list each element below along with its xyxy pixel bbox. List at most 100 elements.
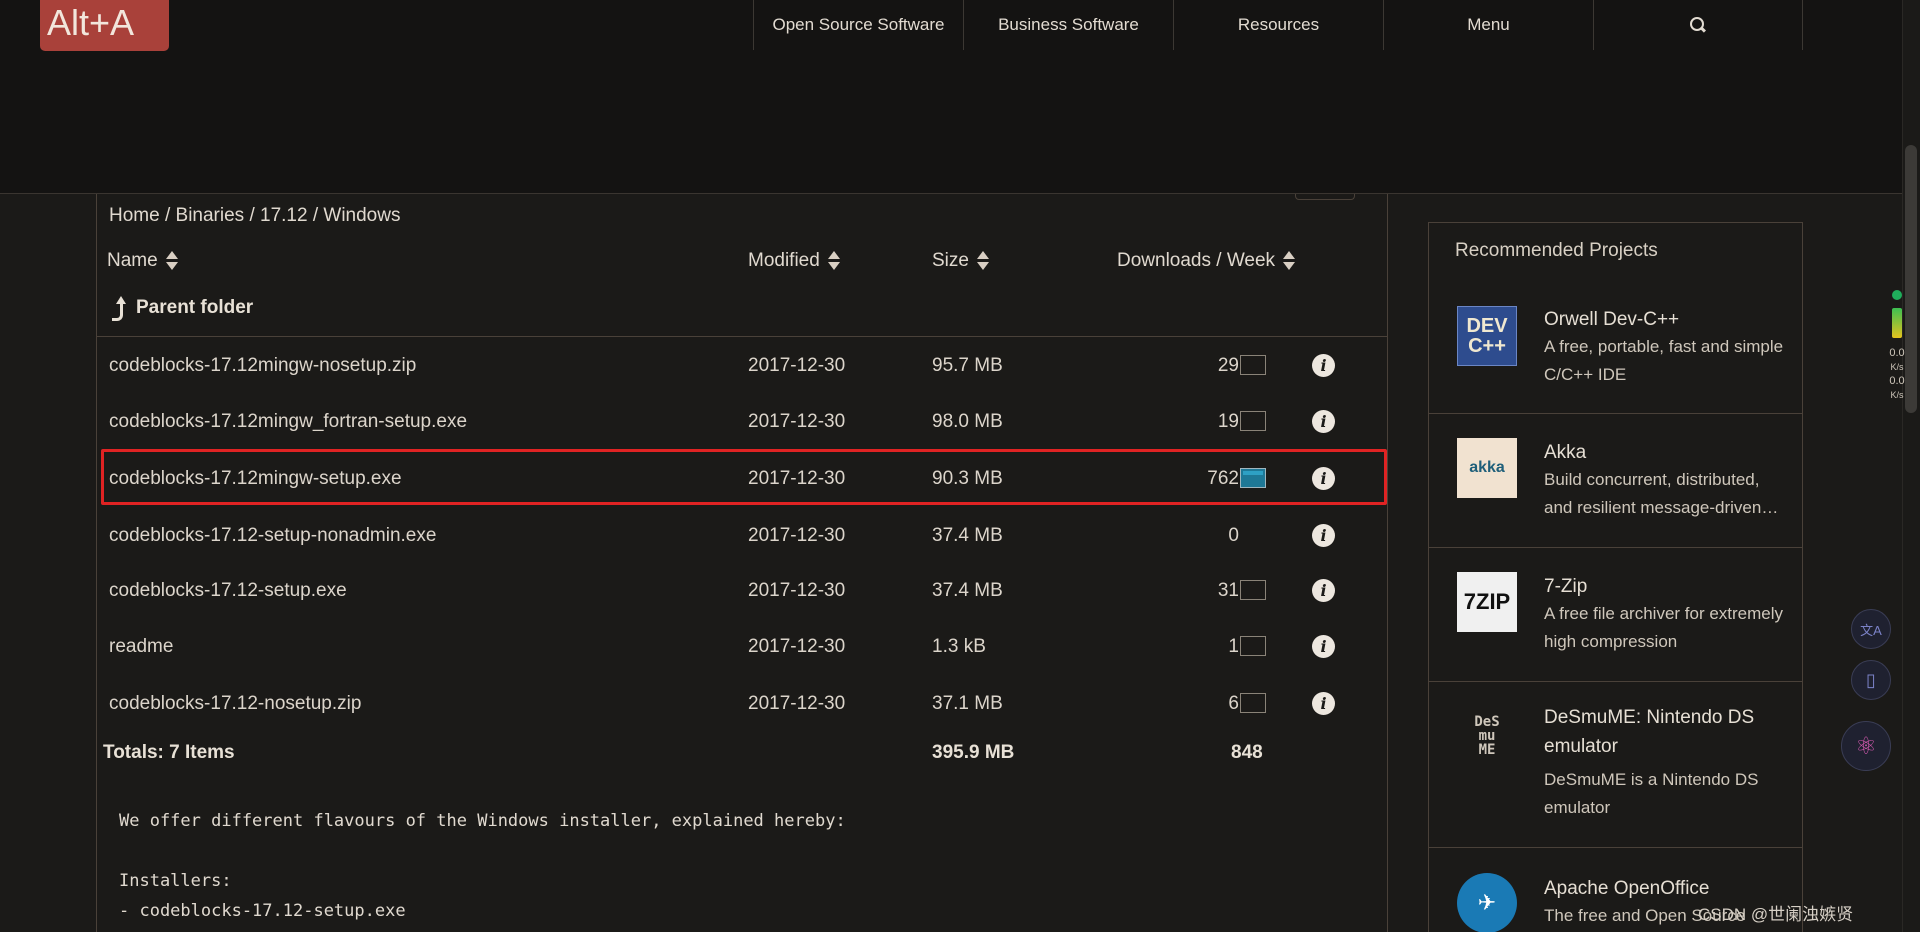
project-logo: 7ZIP (1457, 572, 1517, 632)
file-modified: 2017-12-30 (748, 580, 846, 601)
info-icon[interactable]: i (1312, 410, 1335, 433)
translate-icon: 文A (1860, 622, 1882, 638)
downloads-sparkline (1240, 636, 1266, 656)
nav-menu[interactable]: Menu (1383, 0, 1593, 50)
file-modified: 2017-12-30 (748, 636, 846, 657)
file-row[interactable]: codeblocks-17.12mingw-nosetup.zip 2017-1… (97, 338, 1387, 394)
project-card-akka[interactable]: akka Akka Build concurrent, distributed,… (1429, 413, 1802, 547)
scrollbar[interactable] (1902, 0, 1920, 932)
file-downloads: 31 (1217, 580, 1239, 601)
project-description: DeSmuME is a Nintendo DS emulator (1544, 770, 1759, 817)
file-downloads: 19 (1217, 411, 1239, 432)
file-modified: 2017-12-30 (748, 693, 846, 714)
site-header: Alt+A Open Source Software Business Soft… (0, 0, 1920, 194)
download-speed: 0.0 (1889, 375, 1905, 387)
gull-icon: ✈ (1477, 890, 1497, 915)
file-row[interactable]: readme 2017-12-30 1.3 kB 1 i (97, 619, 1387, 675)
status-dot-icon (1892, 290, 1902, 300)
project-name[interactable]: Akka (1544, 438, 1784, 467)
column-header-name[interactable]: Name (107, 250, 178, 272)
project-description: A free file archiver for extremely high … (1544, 604, 1784, 651)
search-icon (1690, 17, 1706, 33)
project-description: Build concurrent, distributed, and resil… (1544, 470, 1779, 517)
column-header-size[interactable]: Size (932, 250, 989, 272)
column-header-downloads-label: Downloads / Week (1117, 250, 1276, 271)
divider (97, 336, 1387, 337)
file-row[interactable]: codeblocks-17.12-setup.exe 2017-12-30 37… (97, 563, 1387, 619)
file-size: 1.3 kB (932, 636, 986, 657)
column-header-modified-label: Modified (748, 250, 820, 271)
battery-icon (1892, 308, 1902, 338)
project-name[interactable]: Apache OpenOffice (1544, 874, 1784, 903)
file-row[interactable]: codeblocks-17.12-nosetup.zip 2017-12-30 … (97, 676, 1387, 732)
site-logo[interactable]: Alt+A (40, 0, 169, 51)
sort-icon (165, 251, 178, 271)
totals-label: Totals: 7 Items (103, 742, 235, 763)
column-header-modified[interactable]: Modified (748, 250, 840, 272)
breadcrumb[interactable]: Home / Binaries / 17.12 / Windows (109, 205, 400, 227)
file-row[interactable]: codeblocks-17.12-setup-nonadmin.exe 2017… (97, 508, 1387, 564)
file-size: 95.7 MB (932, 355, 1003, 376)
file-downloads: 29 (1217, 355, 1239, 376)
file-name-link[interactable]: codeblocks-17.12-setup-nonadmin.exe (109, 508, 436, 564)
parent-folder-icon (110, 296, 126, 321)
project-name[interactable]: 7-Zip (1544, 572, 1784, 601)
file-name-link[interactable]: readme (109, 619, 173, 675)
downloads-sparkline (1240, 355, 1266, 375)
project-logo-text: akka (1469, 459, 1505, 476)
search-button[interactable] (1593, 0, 1803, 50)
network-speed-widget: 0.0 K/s 0.0 K/s (1884, 280, 1910, 402)
project-name[interactable]: DeSmuME: Nintendo DS emulator (1544, 703, 1784, 761)
project-logo: ✈ (1457, 873, 1517, 932)
file-name-link[interactable]: codeblocks-17.12-setup.exe (109, 563, 347, 619)
file-name-link[interactable]: codeblocks-17.12mingw-nosetup.zip (109, 338, 416, 394)
panel-tab (1295, 194, 1355, 200)
info-icon[interactable]: i (1312, 579, 1335, 602)
project-logo: akka (1457, 438, 1517, 498)
file-size: 98.0 MB (932, 411, 1003, 432)
readme-line: - codeblocks-17.12-setup.exe (119, 901, 406, 921)
column-header-size-label: Size (932, 250, 969, 271)
file-name-link[interactable]: codeblocks-17.12-nosetup.zip (109, 676, 361, 732)
project-card-orwell-devcpp[interactable]: DEV C++ Orwell Dev-C++ A free, portable,… (1429, 278, 1802, 413)
file-downloads: 1 (1228, 636, 1239, 657)
project-logo-text: mu (1478, 728, 1496, 744)
readme-line: Installers: (119, 871, 232, 891)
info-icon[interactable]: i (1312, 354, 1335, 377)
project-card-desmume[interactable]: DeS mu ME DeSmuME: Nintendo DS emulator … (1429, 681, 1802, 847)
readme-line: We offer different flavours of the Windo… (119, 811, 846, 831)
download-speed-unit: K/s (1890, 390, 1904, 400)
file-row[interactable]: codeblocks-17.12mingw_fortran-setup.exe … (97, 394, 1387, 450)
file-name-link[interactable]: codeblocks-17.12mingw_fortran-setup.exe (109, 394, 467, 450)
project-logo: DEV C++ (1457, 306, 1517, 366)
info-icon[interactable]: i (1312, 635, 1335, 658)
file-modified: 2017-12-30 (748, 411, 846, 432)
column-header-name-label: Name (107, 250, 158, 271)
readme-content: We offer different flavours of the Windo… (119, 806, 846, 926)
reader-button[interactable]: ▯ (1851, 660, 1891, 700)
file-modified: 2017-12-30 (748, 525, 846, 546)
sidebar-title: Recommended Projects (1455, 240, 1658, 261)
nav-resources[interactable]: Resources (1173, 0, 1383, 50)
ai-assistant-button[interactable]: ⚛ (1841, 721, 1891, 771)
info-icon[interactable]: i (1312, 524, 1335, 547)
book-icon: ▯ (1866, 669, 1876, 690)
totals-size: 395.9 MB (932, 742, 1015, 763)
project-logo-text: ME (1478, 742, 1496, 758)
sort-icon (976, 251, 989, 271)
highlight-box (101, 449, 1387, 505)
parent-folder-link[interactable]: Parent folder (110, 296, 253, 321)
downloads-sparkline (1240, 693, 1266, 713)
project-name[interactable]: Orwell Dev-C++ (1544, 305, 1784, 334)
sort-icon (827, 251, 840, 271)
project-description: A free, portable, fast and simple C/C++ … (1544, 337, 1784, 384)
translate-button[interactable]: 文A (1851, 609, 1891, 649)
project-card-7zip[interactable]: 7ZIP 7-Zip A free file archiver for extr… (1429, 547, 1802, 681)
info-icon[interactable]: i (1312, 692, 1335, 715)
project-logo-text: DEV (1466, 315, 1508, 337)
watermark: CSDN @世阑浊嫉贤 (1698, 905, 1854, 924)
nav-open-source-software[interactable]: Open Source Software (753, 0, 963, 50)
column-header-downloads[interactable]: Downloads / Week (1117, 250, 1296, 272)
nav-business-software[interactable]: Business Software (963, 0, 1173, 50)
file-downloads: 0 (1228, 525, 1239, 546)
